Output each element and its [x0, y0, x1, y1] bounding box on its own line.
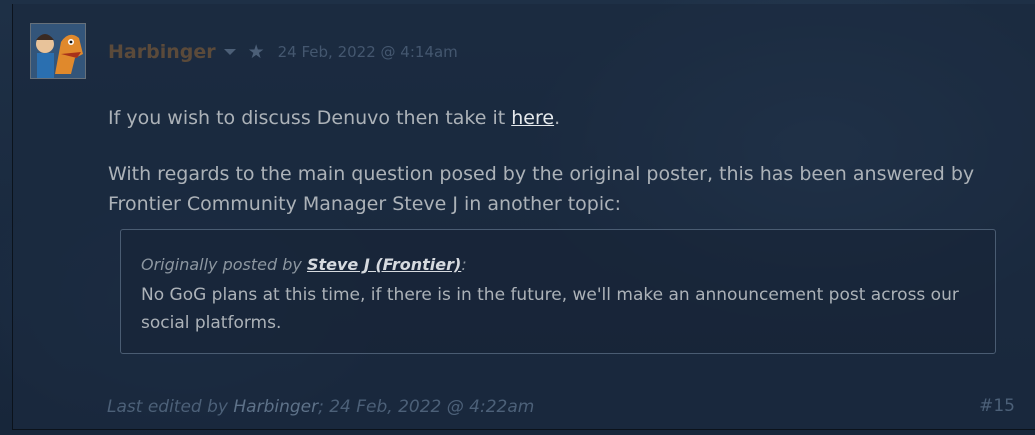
post-paragraph-2: With regards to the main question posed …	[108, 163, 975, 215]
quote-prefix: Originally posted by	[141, 255, 307, 274]
post-number[interactable]: #15	[979, 396, 1015, 416]
quote-suffix: :	[461, 255, 467, 274]
post-paragraph-1: If you wish to discuss Denuvo then take …	[108, 103, 560, 133]
edited-note: Last edited by Harbinger; 24 Feb, 2022 @…	[107, 397, 534, 417]
chevron-down-icon[interactable]	[223, 49, 236, 55]
avatar-image	[31, 24, 85, 78]
author-name[interactable]: Harbinger	[108, 41, 216, 63]
quote-header: Originally posted by Steve J (Frontier):	[141, 255, 467, 274]
paragraph-1-suffix: .	[554, 107, 561, 129]
edited-suffix: ; 24 Feb, 2022 @ 4:22am	[318, 397, 535, 417]
edited-prefix: Last edited by	[107, 397, 234, 417]
edited-by: Harbinger	[233, 397, 319, 417]
post-timestamp: 24 Feb, 2022 @ 4:14am	[277, 43, 458, 61]
quote-author-link[interactable]: Steve J (Frontier)	[307, 255, 461, 274]
post-header: Harbinger ★ 24 Feb, 2022 @ 4:14am	[108, 38, 458, 66]
paragraph-1-text: If you wish to discuss Denuvo then take …	[108, 107, 512, 129]
avatar[interactable]	[30, 23, 86, 79]
star-icon[interactable]: ★	[248, 42, 265, 62]
here-link[interactable]: here	[511, 107, 554, 129]
quote-text: No GoG plans at this time, if there is i…	[141, 285, 959, 333]
quote-block: Originally posted by Steve J (Frontier):…	[120, 229, 996, 354]
